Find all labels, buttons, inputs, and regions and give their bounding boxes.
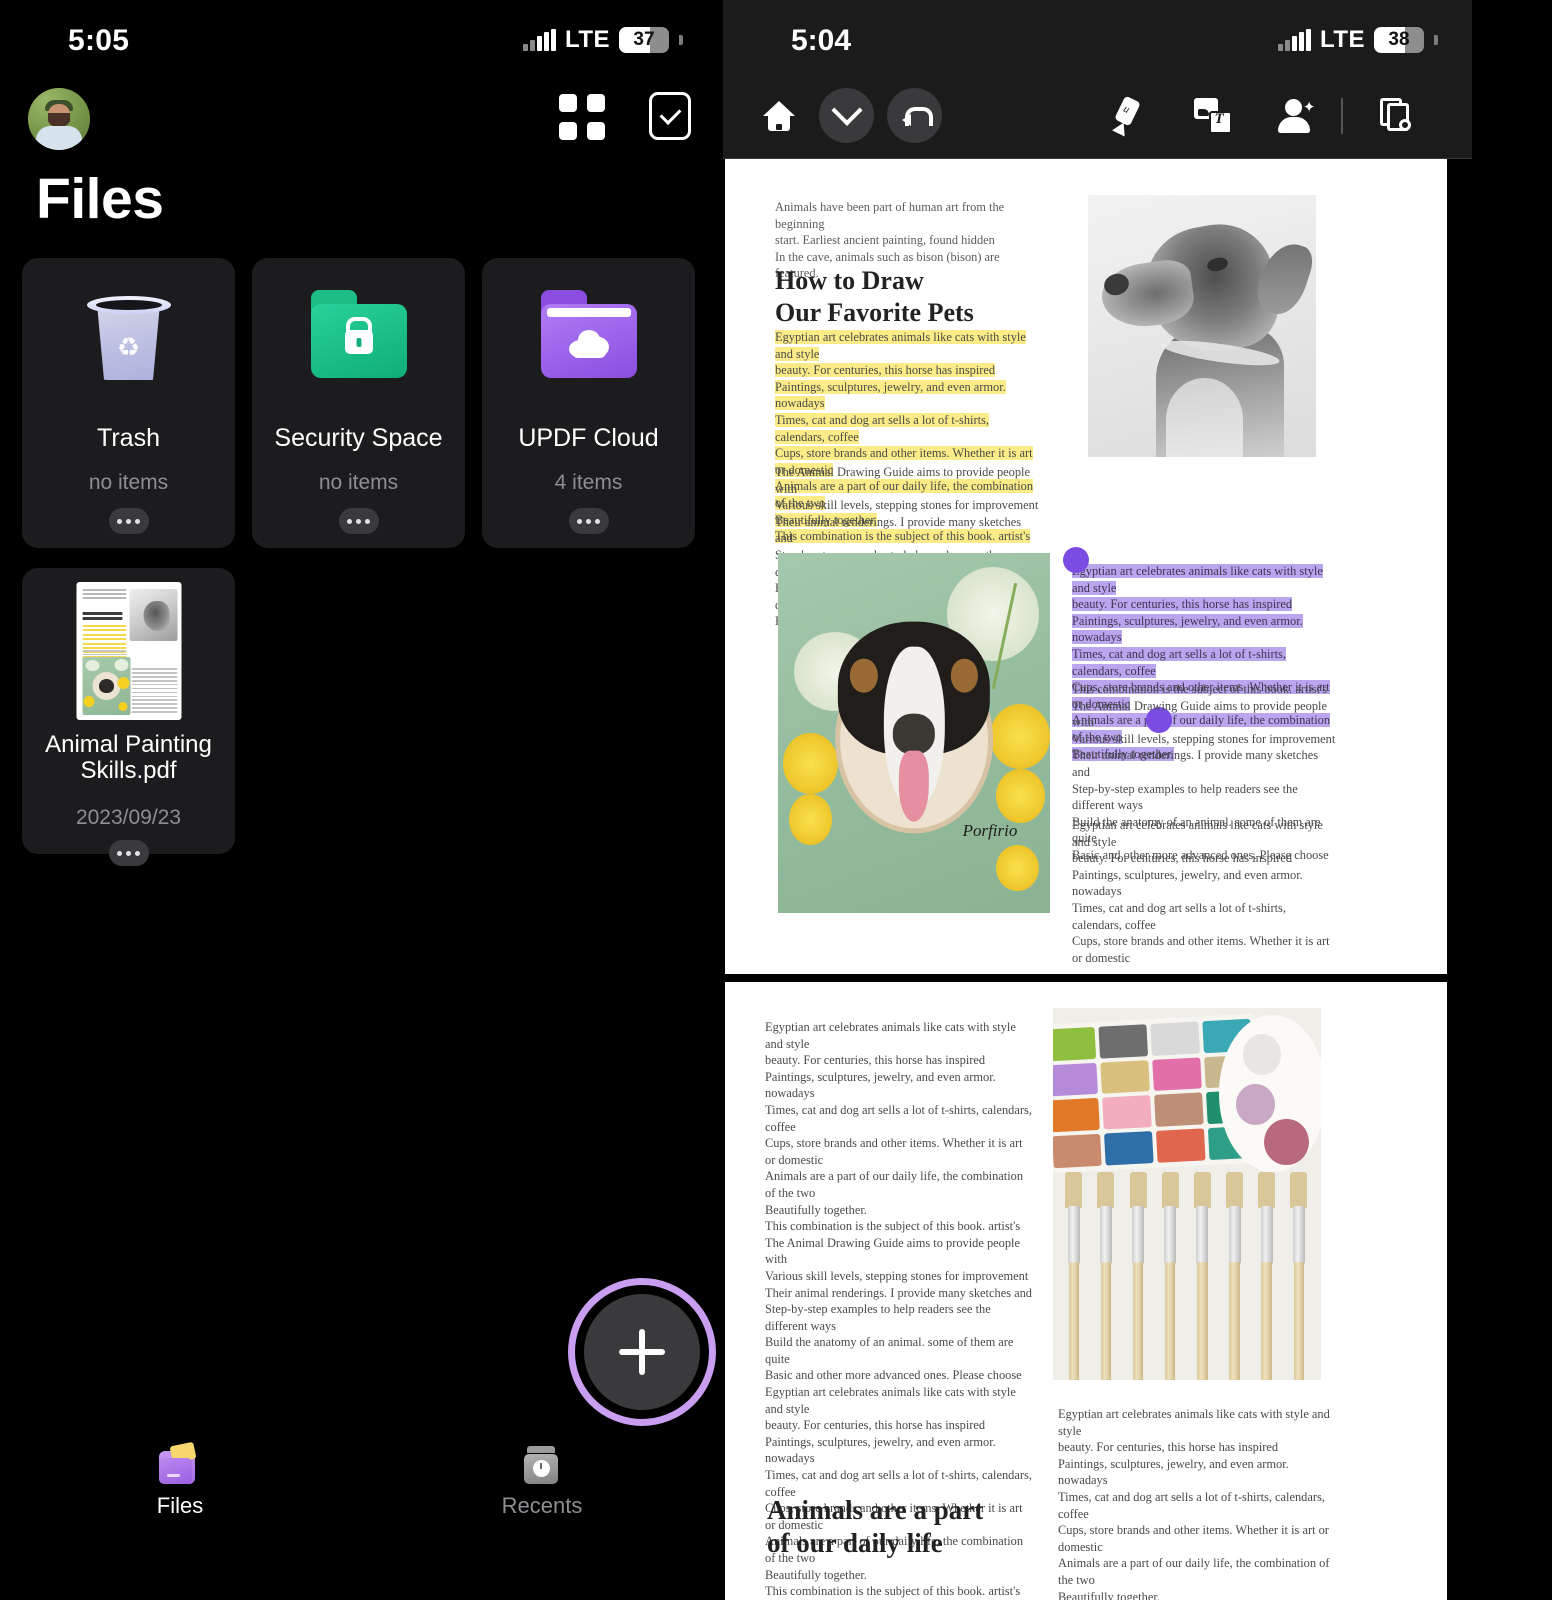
folder-card-security-space[interactable]: Security Space no items xyxy=(252,258,465,548)
home-button[interactable] xyxy=(751,88,806,143)
chevron-down-icon xyxy=(830,94,863,126)
status-time: 5:05 xyxy=(68,24,130,57)
page2-right-column: Egyptian art celebrates animals like cat… xyxy=(1058,1407,1330,1600)
more-options-button[interactable] xyxy=(568,508,609,534)
document-page-2: Egyptian art celebrates animals like cat… xyxy=(725,982,1447,1600)
page-separator xyxy=(725,975,1447,981)
tab-label: Recents xyxy=(501,1493,583,1518)
folder-name: UPDF Cloud xyxy=(518,424,659,452)
page-search-icon xyxy=(1379,97,1414,134)
pdf-thumbnail xyxy=(76,582,181,720)
toolbar-divider xyxy=(1341,98,1343,134)
battery-icon: 38 xyxy=(1374,27,1424,53)
select-check-icon[interactable] xyxy=(649,92,691,140)
more-options-button[interactable] xyxy=(338,508,379,534)
folder-count: no items xyxy=(318,471,399,494)
signal-icon xyxy=(1278,29,1311,51)
files-header xyxy=(0,88,723,150)
tab-label: Files xyxy=(156,1493,204,1518)
expand-button[interactable] xyxy=(819,88,874,143)
status-time: 5:04 xyxy=(791,24,852,57)
undo-button[interactable] xyxy=(887,88,942,143)
tab-files[interactable]: Files xyxy=(100,1441,260,1519)
network-label: LTE xyxy=(564,26,610,53)
folder-card-trash[interactable]: ♻ Trash no items xyxy=(22,258,235,548)
trash-icon: ♻ xyxy=(81,286,177,382)
document-page-1: Animals have been part of human art from… xyxy=(725,159,1447,974)
status-indicators: LTE 38 xyxy=(1278,26,1438,54)
page-search-button[interactable] xyxy=(1369,88,1424,143)
page2-heading: Animals are a part of our daily life xyxy=(767,1495,984,1558)
cloud-folder-icon xyxy=(540,286,637,382)
dual-phone-screenshot: 5:05 LTE 37 Files ♻ Trash no items Secur… xyxy=(0,0,1552,1600)
more-options-button[interactable] xyxy=(108,840,149,866)
folder-name: Trash xyxy=(97,424,160,452)
document-viewer[interactable]: Animals have been part of human art from… xyxy=(723,159,1472,1600)
more-options-button[interactable] xyxy=(108,508,149,534)
tab-recents[interactable]: Recents xyxy=(462,1444,622,1519)
folder-card-updf-cloud[interactable]: UPDF Cloud 4 items xyxy=(482,258,695,548)
lock-folder-icon xyxy=(310,286,407,382)
status-bar-right: 5:04 LTE 38 xyxy=(723,0,1472,72)
embroidery-signature: Porfirio xyxy=(962,821,1018,840)
file-card-animal-painting-skills[interactable]: Animal Painting Skills.pdf 2023/09/23 xyxy=(22,568,235,866)
battery-cap xyxy=(679,35,683,45)
folder-card-list: ♻ Trash no items Security Space no items xyxy=(22,258,695,548)
network-label: LTE xyxy=(1319,26,1365,53)
page1-heading: How to Draw Our Favorite Pets xyxy=(775,266,974,327)
files-screen: 5:05 LTE 37 Files ♻ Trash no items Secur… xyxy=(0,0,723,1600)
recents-clock-icon xyxy=(520,1444,564,1484)
grid-view-icon[interactable] xyxy=(559,94,605,140)
folder-name: Security Space xyxy=(274,424,443,452)
ocr-button[interactable] xyxy=(1185,88,1240,143)
battery-cap xyxy=(1434,35,1438,45)
add-file-fab[interactable] xyxy=(584,1294,700,1410)
signal-icon xyxy=(523,29,556,51)
selection-handle-start[interactable] xyxy=(1063,547,1089,573)
paint-palette-image xyxy=(1053,1008,1321,1380)
pdf-reader-screen: 5:04 LTE 38 u T ✦ Animals have been part… xyxy=(723,0,1552,1600)
battery-level: 37 xyxy=(633,29,655,50)
status-bar-left: 5:05 LTE 37 xyxy=(0,0,723,72)
ai-button[interactable]: ✦ xyxy=(1269,88,1324,143)
reader-toolbar: ✦ xyxy=(723,72,1472,159)
files-folder-icon xyxy=(158,1441,202,1484)
highlighter-pen-icon xyxy=(1110,95,1148,136)
folder-count: no items xyxy=(88,471,169,494)
ai-person-icon: ✦ xyxy=(1277,98,1316,133)
page-title: Files xyxy=(36,167,164,231)
folder-count: 4 items xyxy=(554,471,623,494)
embroidery-hoop-image: Porfirio xyxy=(778,553,1050,913)
highlighter-button[interactable] xyxy=(1101,88,1156,143)
battery-level: 38 xyxy=(1388,29,1410,50)
file-date: 2023/09/23 xyxy=(75,806,182,829)
bottom-tab-bar: Files Recents xyxy=(0,1441,723,1530)
undo-arrow-icon xyxy=(901,104,933,128)
home-icon xyxy=(762,100,795,131)
image-to-text-icon xyxy=(1193,97,1232,134)
file-name: Animal Painting Skills.pdf xyxy=(45,731,212,785)
dog-sketch-image xyxy=(1088,195,1316,457)
page1-last-block: Egyptian art celebrates animals like cat… xyxy=(1072,818,1330,965)
battery-icon: 37 xyxy=(619,27,669,53)
avatar[interactable] xyxy=(28,88,90,150)
status-indicators: LTE 37 xyxy=(523,26,683,54)
